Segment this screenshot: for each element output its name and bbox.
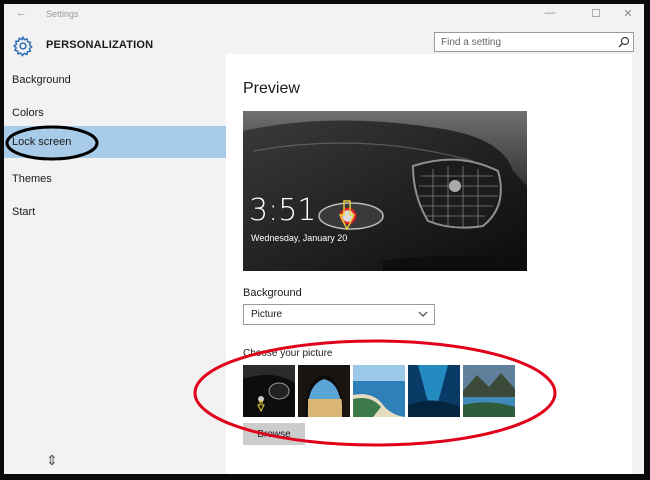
sidebar-item-themes[interactable]: Themes [4,163,226,195]
search-input[interactable] [441,35,611,49]
picture-thumbnail-aerial-coast[interactable] [353,365,405,417]
sidebar-item-lock-screen[interactable]: Lock screen [4,126,226,158]
sidebar-item-label: Start [12,206,36,218]
car-wallpaper-image [243,111,527,271]
browse-button[interactable]: Browse [243,423,305,445]
sidebar-item-label: Colors [12,107,44,119]
picture-thumbnail-underwater-ice[interactable] [408,365,460,417]
background-dropdown-value: Picture [251,309,283,320]
sidebar-nav: Background Colors Lock screen Themes Sta… [4,66,226,474]
sidebar-item-label: Background [12,74,71,86]
main-content: Preview 3:51 Wednesday, January 20 Backg… [226,54,632,474]
settings-window: ← Settings — ☐ ✕ PERSONALIZATION Backgro… [4,4,644,474]
sidebar-item-label: Themes [12,173,52,185]
resize-cursor-icon: ⇕ [46,452,58,468]
sidebar-item-label: Lock screen [12,136,72,148]
sidebar-item-colors[interactable]: Colors [4,97,226,129]
search-box[interactable] [434,32,634,52]
sidebar-item-start[interactable]: Start [4,196,226,228]
background-label: Background [243,287,302,299]
picture-thumbnail-lake-mountains[interactable] [463,365,515,417]
chevron-down-icon [418,311,428,317]
lock-screen-preview: 3:51 Wednesday, January 20 [243,111,527,271]
title-bar: ← Settings — ☐ ✕ [4,4,644,26]
lock-screen-time: 3:51 [249,193,317,228]
gear-icon [12,35,33,57]
window-title: Settings [46,9,79,19]
screenshot-frame: ← Settings — ☐ ✕ PERSONALIZATION Backgro… [0,0,650,480]
choose-picture-label: Choose your picture [243,348,333,359]
page-title: PERSONALIZATION [46,39,154,51]
vertical-scrollbar[interactable] [632,54,644,474]
picture-thumbnail-car[interactable] [243,365,295,417]
picture-thumbnail-cave-beach[interactable] [298,365,350,417]
close-button[interactable]: ✕ [616,7,640,20]
preview-heading: Preview [243,80,300,97]
background-dropdown[interactable]: Picture [243,304,435,325]
sidebar-item-background[interactable]: Background [4,64,226,96]
back-arrow-icon[interactable]: ← [16,7,27,19]
minimize-button[interactable]: — [538,7,562,19]
search-icon[interactable] [618,36,630,48]
maximize-button[interactable]: ☐ [584,7,608,20]
lock-screen-date: Wednesday, January 20 [251,233,348,243]
